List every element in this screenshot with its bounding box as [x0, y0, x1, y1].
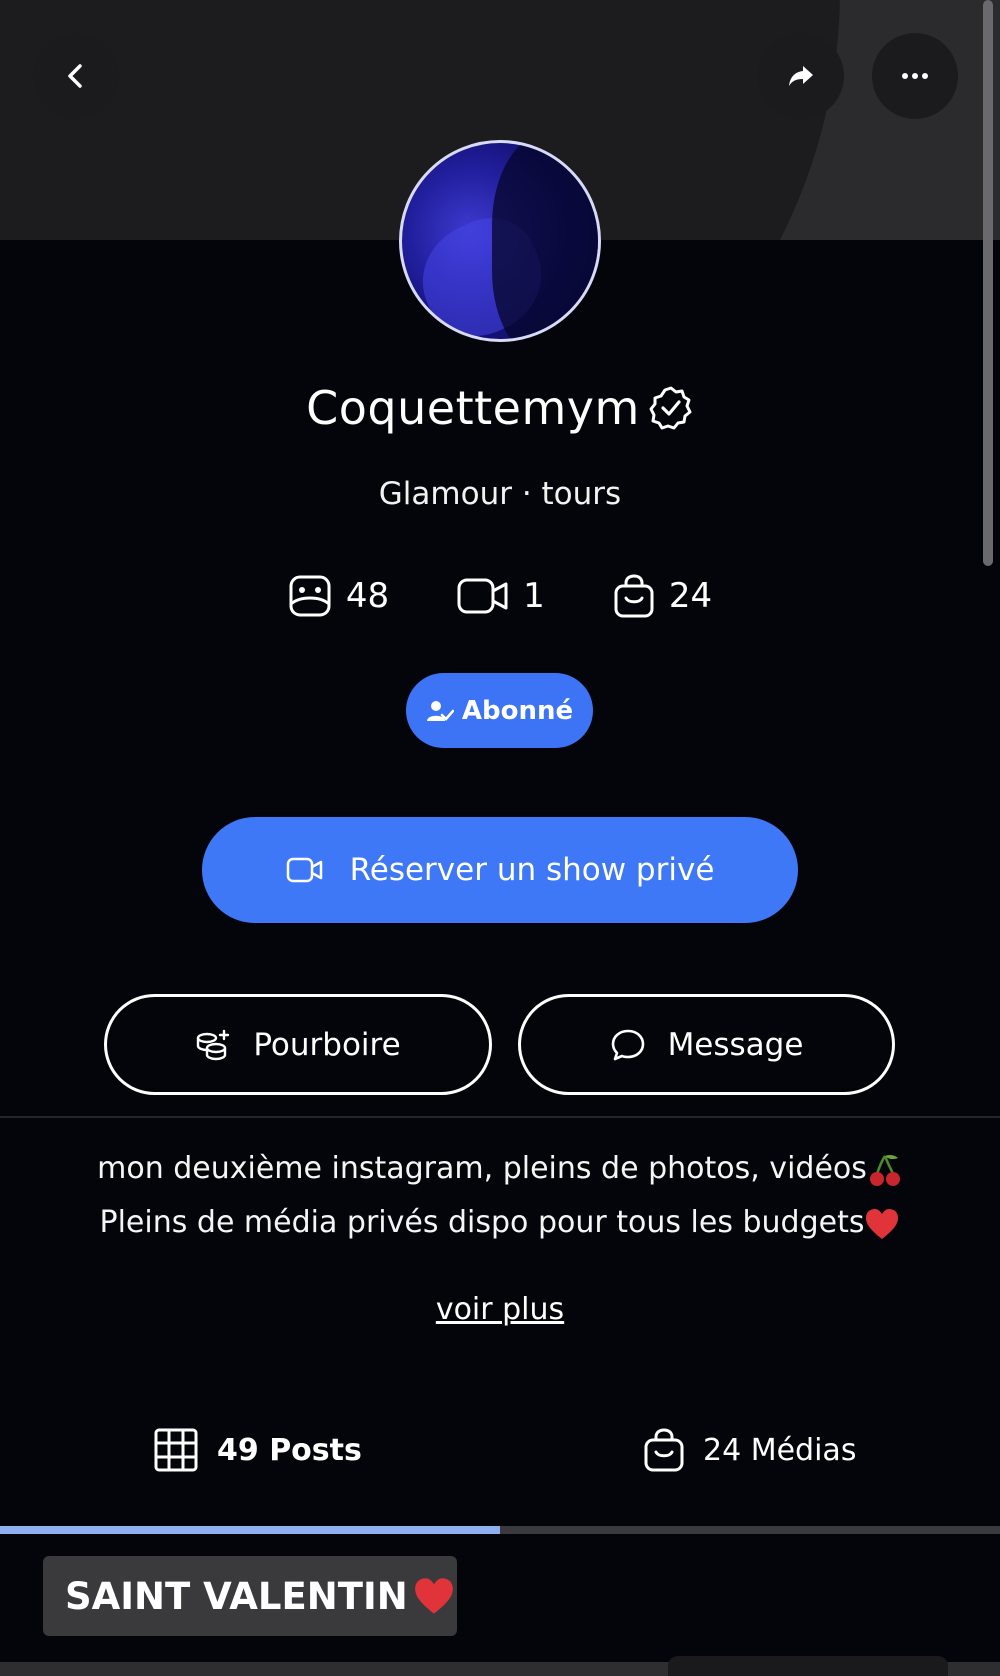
chat-bubble-icon	[611, 1029, 644, 1060]
stat-photos-value: 48	[345, 576, 390, 616]
message-label: Message	[667, 1026, 804, 1063]
bio-line-1: mon deuxième instagram, pleins de photos…	[0, 1142, 1000, 1196]
profile-name: Coquettemym	[306, 381, 640, 435]
reserve-private-show-button[interactable]: Réserver un show privé	[202, 817, 798, 923]
coins-icon	[197, 1029, 230, 1060]
message-button[interactable]: Message	[518, 994, 895, 1095]
stat-photos: 48	[288, 574, 389, 618]
saint-valentin-chip[interactable]: SAINT VALENTIN	[43, 1556, 457, 1636]
tab-media[interactable]: 24 Médias	[643, 1412, 856, 1488]
stat-videos: 1	[457, 576, 545, 616]
red-heart-icon	[414, 1578, 453, 1614]
video-camera-icon	[286, 857, 322, 883]
profile-name-row: Coquettemym	[0, 378, 1000, 438]
stat-videos-value: 1	[523, 576, 545, 616]
back-button[interactable]	[33, 33, 119, 119]
tab-posts[interactable]: 49 Posts	[153, 1412, 362, 1488]
tip-label: Pourboire	[253, 1026, 401, 1063]
subscribed-label: Abonné	[461, 695, 574, 726]
tab-media-label: 24 Médias	[703, 1432, 857, 1468]
active-tab-indicator	[0, 1526, 500, 1534]
shop-bag-icon	[644, 1428, 684, 1472]
verified-badge-icon	[648, 385, 694, 431]
red-heart-icon	[866, 1208, 899, 1239]
more-options-button[interactable]	[872, 33, 958, 119]
avatar[interactable]	[399, 140, 601, 342]
tab-posts-label: 49 Posts	[217, 1432, 362, 1468]
profile-stats: 48 1 24	[0, 568, 1000, 624]
tip-button[interactable]: Pourboire	[104, 994, 492, 1095]
share-arrow-icon	[789, 66, 813, 86]
tab-indicator-track	[0, 1526, 1000, 1534]
shop-bag-icon	[614, 574, 654, 618]
profile-page: Coquettemym Glamour · tours 48 1 24 Abon…	[0, 0, 1000, 1676]
photo-icon	[289, 575, 331, 617]
stat-media-value: 24	[668, 576, 713, 616]
content-tabs: 49 Posts 24 Médias	[0, 1412, 1000, 1488]
user-check-icon	[426, 700, 454, 721]
reserve-label: Réserver un show privé	[349, 852, 715, 888]
bio-line-2: Pleins de média privés dispo pour tous l…	[0, 1196, 1000, 1250]
more-dots-icon	[902, 73, 928, 79]
cherries-icon	[869, 1154, 900, 1186]
profile-tagline: Glamour · tours	[378, 476, 622, 512]
grid-icon	[154, 1428, 198, 1472]
chip-label: SAINT VALENTIN	[65, 1574, 408, 1618]
subscribed-button[interactable]: Abonné	[406, 673, 593, 748]
share-button[interactable]	[758, 33, 844, 119]
profile-bio: mon deuxième instagram, pleins de photos…	[0, 1142, 1000, 1250]
video-icon	[457, 578, 508, 614]
bottom-pill	[668, 1656, 948, 1676]
stat-media: 24	[613, 573, 712, 619]
section-divider	[0, 1116, 1000, 1118]
see-more-link[interactable]: voir plus	[0, 1292, 1000, 1327]
chevron-left-icon	[68, 64, 82, 88]
